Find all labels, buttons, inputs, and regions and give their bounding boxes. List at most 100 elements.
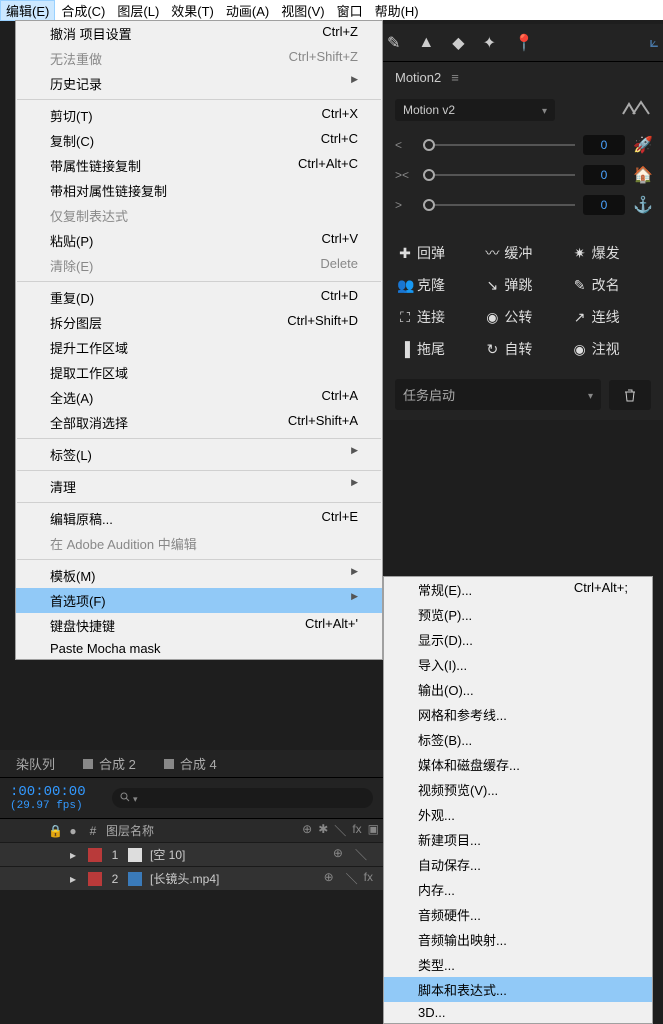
action-改名[interactable]: ✎改名 [570, 271, 651, 299]
menu-item[interactable]: 历史记录▶ [16, 71, 382, 96]
submenu-item[interactable]: 常规(E)...Ctrl+Alt+; [384, 577, 652, 602]
menu-item[interactable]: 复制(C)Ctrl+C [16, 128, 382, 153]
menu-anim[interactable]: 动画(A) [220, 0, 275, 21]
menu-item[interactable]: 带属性链接复制Ctrl+Alt+C [16, 153, 382, 178]
action-爆发[interactable]: ✷爆发 [570, 239, 651, 267]
menu-item[interactable]: 提取工作区域 [16, 360, 382, 385]
menu-item[interactable]: 带相对属性链接复制 [16, 178, 382, 203]
menu-item[interactable]: Paste Mocha mask [16, 638, 382, 659]
brush-icon[interactable]: ✎ [387, 33, 400, 53]
menu-item[interactable]: 模板(M)▶ [16, 563, 382, 588]
preferences-submenu: 常规(E)...Ctrl+Alt+;预览(P)...显示(D)...导入(I).… [383, 576, 653, 1024]
anchor-icon[interactable]: ⚓ [633, 195, 651, 215]
menu-item[interactable]: 编辑原稿...Ctrl+E [16, 506, 382, 531]
menu-item[interactable]: 拆分图层Ctrl+Shift+D [16, 310, 382, 335]
slider-value[interactable]: 0 [583, 135, 625, 155]
action-缓冲[interactable]: 〰缓冲 [482, 239, 563, 267]
panel-title: Motion2 [395, 70, 441, 85]
rocket-icon[interactable]: 🚀 [633, 135, 651, 155]
slider-knob[interactable] [423, 199, 435, 211]
submenu-item[interactable]: 脚本和表达式... [384, 977, 652, 1002]
action-连接[interactable]: ⛶连接 [395, 303, 476, 331]
menu-item[interactable]: 撤消 项目设置Ctrl+Z [16, 21, 382, 46]
panel-menu-icon[interactable]: ≡ [451, 70, 459, 85]
pin-icon[interactable]: 📍 [514, 33, 534, 53]
tab-comp-2[interactable]: 合成 2 [75, 750, 144, 777]
submenu-item[interactable]: 自动保存... [384, 852, 652, 877]
slider-track[interactable] [423, 174, 575, 176]
slider-value[interactable]: 0 [583, 165, 625, 185]
menu-effect[interactable]: 效果(T) [165, 0, 220, 21]
submenu-item[interactable]: 新建项目... [384, 827, 652, 852]
action-连线[interactable]: ↗连线 [570, 303, 651, 331]
stamp-icon[interactable]: ▲ [418, 34, 434, 52]
menu-item[interactable]: 首选项(F)▶ [16, 588, 382, 613]
roto-icon[interactable]: ✦ [483, 33, 496, 53]
trash-button[interactable] [609, 380, 651, 410]
layer-row[interactable]: ▸ 2 [长镜头.mp4] ⊕ ＼fx [0, 866, 383, 890]
slider-value[interactable]: 0 [583, 195, 625, 215]
menu-item[interactable]: 清理▶ [16, 474, 382, 499]
timeline: 染队列 合成 2 合成 4 :00:00:00 (29.97 fps) ▾ 🔒 … [0, 750, 383, 890]
menu-item[interactable]: 全部取消选择Ctrl+Shift+A [16, 410, 382, 435]
menu-view[interactable]: 视图(V) [275, 0, 330, 21]
version-select[interactable]: Motion v2 [395, 99, 555, 121]
slider-track[interactable] [423, 144, 575, 146]
task-select[interactable]: 任务启动 [395, 379, 601, 410]
submenu-item[interactable]: 视频预览(V)... [384, 777, 652, 802]
timecode[interactable]: :00:00:00 [10, 784, 86, 800]
action-自转[interactable]: ↻自转 [482, 335, 563, 363]
search-input[interactable]: ▾ [112, 788, 373, 808]
menu-item: 无法重做Ctrl+Shift+Z [16, 46, 382, 71]
submenu-item[interactable]: 外观... [384, 802, 652, 827]
submenu-item[interactable]: 显示(D)... [384, 627, 652, 652]
type-chip [128, 848, 142, 862]
bounce-icon: ↘ [484, 277, 500, 293]
action-弹跳[interactable]: ↘弹跳 [482, 271, 563, 299]
menu-item[interactable]: 全选(A)Ctrl+A [16, 385, 382, 410]
layer-row[interactable]: ▸ 1 [空 10] ⊕ ＼ [0, 842, 383, 866]
house-icon[interactable]: 🏠 [633, 165, 651, 185]
submenu-item[interactable]: 媒体和磁盘缓存... [384, 752, 652, 777]
action-公转[interactable]: ◉公转 [482, 303, 563, 331]
submenu-item[interactable]: 输出(O)... [384, 677, 652, 702]
menu-layer[interactable]: 图层(L) [111, 0, 165, 21]
submenu-item[interactable]: 网格和参考线... [384, 702, 652, 727]
layer-name: [空 10] [146, 846, 329, 863]
menu-item[interactable]: 剪切(T)Ctrl+X [16, 103, 382, 128]
slider-knob[interactable] [423, 139, 435, 151]
submenu-item[interactable]: 音频硬件... [384, 902, 652, 927]
menu-item[interactable]: 标签(L)▶ [16, 442, 382, 467]
timeline-tabs: 染队列 合成 2 合成 4 [0, 750, 383, 778]
menu-edit[interactable]: 编辑(E) [0, 0, 55, 21]
menu-comp[interactable]: 合成(C) [55, 0, 111, 21]
submenu-item[interactable]: 类型... [384, 952, 652, 977]
slider-handle-icon: > [395, 198, 415, 212]
slider-knob[interactable] [423, 169, 435, 181]
tab-comp-4[interactable]: 合成 4 [156, 750, 225, 777]
menu-item[interactable]: 重复(D)Ctrl+D [16, 285, 382, 310]
mountain-icon[interactable] [621, 100, 651, 121]
slider-track[interactable] [423, 204, 575, 206]
trail-icon: ▐ [397, 341, 413, 357]
action-注视[interactable]: ◉注视 [570, 335, 651, 363]
submenu-item[interactable]: 预览(P)... [384, 602, 652, 627]
menu-help[interactable]: 帮助(H) [369, 0, 425, 21]
axis-icon[interactable]: ⟀ [649, 34, 659, 52]
color-chip[interactable] [88, 848, 102, 862]
submenu-item[interactable]: 标签(B)... [384, 727, 652, 752]
menu-window[interactable]: 窗口 [331, 0, 369, 21]
action-回弹[interactable]: ✚回弹 [395, 239, 476, 267]
submenu-item[interactable]: 音频输出映射... [384, 927, 652, 952]
tab-render-queue[interactable]: 染队列 [8, 750, 63, 777]
action-拖尾[interactable]: ▐拖尾 [395, 335, 476, 363]
action-克隆[interactable]: 👥克隆 [395, 271, 476, 299]
menu-item[interactable]: 粘贴(P)Ctrl+V [16, 228, 382, 253]
people-icon: 👥 [397, 277, 413, 293]
eraser-icon[interactable]: ◆ [452, 33, 464, 53]
submenu-item[interactable]: 内存... [384, 877, 652, 902]
menu-item[interactable]: 键盘快捷键Ctrl+Alt+' [16, 613, 382, 638]
submenu-item[interactable]: 导入(I)... [384, 652, 652, 677]
color-chip[interactable] [88, 872, 102, 886]
menu-item[interactable]: 提升工作区域 [16, 335, 382, 360]
